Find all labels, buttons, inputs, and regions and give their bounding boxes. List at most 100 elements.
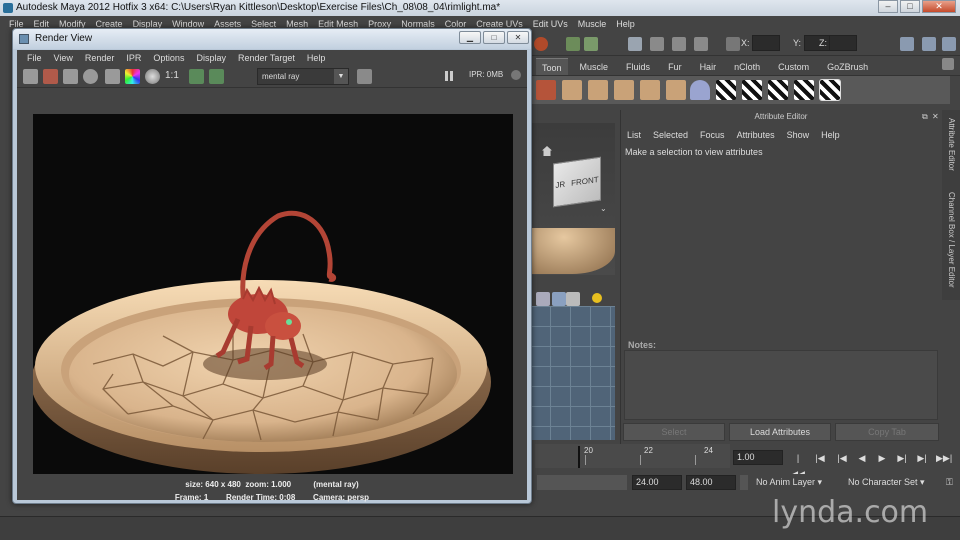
viewcube-menu-chevron-icon[interactable]: ⌄ [600, 204, 607, 213]
shelf-tab-toon[interactable]: Toon [536, 58, 568, 75]
select-mode-icon[interactable] [726, 37, 740, 51]
close-button[interactable]: ✕ [922, 0, 956, 13]
render-settings-icon[interactable] [357, 69, 372, 84]
toon-outline-icon[interactable] [562, 80, 582, 100]
vp2-icon-1[interactable] [536, 292, 550, 306]
float-panel-icon[interactable]: ⧉ [922, 112, 928, 122]
copy-tab-button[interactable]: Copy Tab [835, 423, 939, 441]
front-viewport[interactable] [530, 306, 615, 440]
z-field[interactable] [829, 35, 857, 51]
rv-menu-help[interactable]: Help [301, 50, 332, 66]
go-to-end-icon[interactable]: ▶▶| [936, 450, 952, 466]
render-settings-icon[interactable] [672, 37, 686, 51]
ipr-render-icon[interactable] [43, 69, 58, 84]
light-icon-2[interactable] [592, 293, 602, 303]
x-field[interactable] [752, 35, 780, 51]
redo-render-icon[interactable] [23, 69, 38, 84]
play-backward-icon[interactable]: ◀ [854, 450, 870, 466]
checker-icon-4[interactable] [794, 80, 814, 100]
render-frame-icon[interactable] [628, 37, 642, 51]
checker-icon-3[interactable] [768, 80, 788, 100]
checker-icon-1[interactable] [716, 80, 736, 100]
render-view-title-bar[interactable]: Render View ▁ □ ✕ [13, 29, 531, 49]
rv-menu-display[interactable]: Display [190, 50, 232, 66]
range-end-field[interactable]: 48.00 [686, 475, 736, 490]
shelf-tab-fur[interactable]: Fur [662, 58, 688, 75]
range-options-icon[interactable] [740, 475, 748, 490]
ae-menu-attributes[interactable]: Attributes [737, 128, 775, 142]
shelf-tab-muscle[interactable]: Muscle [574, 58, 615, 75]
keep-image-icon[interactable] [189, 69, 204, 84]
snap-curve-icon[interactable] [584, 37, 598, 51]
vp2-icon-3[interactable] [566, 292, 580, 306]
undo-icon[interactable] [534, 37, 548, 51]
alpha-channel-icon[interactable] [145, 69, 160, 84]
ae-select-button[interactable]: Select [623, 423, 725, 441]
menu-muscle[interactable]: Muscle [573, 16, 612, 32]
shelf-tab-ncloth[interactable]: nCloth [728, 58, 766, 75]
toon-profile-icon[interactable] [614, 80, 634, 100]
go-to-start-icon[interactable]: |◀◀ [790, 450, 806, 479]
toon-border-icon[interactable] [666, 80, 686, 100]
rv-menu-file[interactable]: File [21, 50, 48, 66]
shelf-tab-custom[interactable]: Custom [772, 58, 815, 75]
time-slider[interactable] [535, 444, 730, 468]
pause-icon[interactable] [445, 71, 453, 81]
close-panel-icon[interactable]: ✕ [932, 112, 939, 121]
remove-image-icon[interactable] [209, 69, 224, 84]
rv-menu-render[interactable]: Render [79, 50, 121, 66]
refresh-icon[interactable] [83, 69, 98, 84]
trash-icon[interactable] [942, 58, 954, 70]
real-size-label[interactable]: 1:1 [165, 70, 179, 81]
vp2-icon-2[interactable] [552, 292, 566, 306]
rv-menu-render-target[interactable]: Render Target [232, 50, 301, 66]
ae-menu-selected[interactable]: Selected [653, 128, 688, 142]
load-attributes-button[interactable]: Load Attributes [729, 423, 831, 441]
ae-menu-list[interactable]: List [627, 128, 641, 142]
checker-icon-2[interactable] [742, 80, 762, 100]
rv-menu-view[interactable]: View [48, 50, 79, 66]
rgb-channels-icon[interactable] [125, 69, 140, 84]
checker-icon-5[interactable] [819, 79, 841, 101]
minimize-button[interactable]: – [878, 0, 898, 13]
viewcube[interactable]: JR FRONT [553, 156, 601, 208]
ae-menu-show[interactable]: Show [787, 128, 810, 142]
ae-menu-focus[interactable]: Focus [700, 128, 725, 142]
toggle-tool-icon[interactable] [942, 37, 956, 51]
shelf-tab-gozbrush[interactable]: GoZBrush [821, 58, 874, 75]
play-forward-icon[interactable]: ▶ [874, 450, 890, 466]
key-icon[interactable]: ⚿ [946, 475, 958, 490]
region-render-icon[interactable] [105, 69, 120, 84]
renderer-dropdown[interactable]: mental ray ▼ [257, 68, 349, 85]
range-start-field[interactable]: 24.00 [632, 475, 682, 490]
rv-close-button[interactable]: ✕ [507, 31, 529, 44]
maximize-button[interactable]: □ [900, 0, 920, 13]
anim-layer-dropdown[interactable]: No Anim Layer ▾ [756, 475, 842, 490]
toggle-channel-icon[interactable] [922, 37, 936, 51]
step-back-key-icon[interactable]: |◀ [812, 450, 828, 466]
rv-minimize-button[interactable]: ▁ [459, 31, 481, 44]
step-forward-frame-icon[interactable]: ▶| [894, 450, 910, 466]
current-time-field[interactable]: 1.00 [733, 450, 783, 465]
toon-line-icon[interactable] [588, 80, 608, 100]
ipr-render-icon[interactable] [650, 37, 664, 51]
shelf-tab-fluids[interactable]: Fluids [620, 58, 656, 75]
snap-grid-icon[interactable] [566, 37, 580, 51]
notes-textarea[interactable] [624, 350, 938, 420]
rv-maximize-button[interactable]: □ [483, 31, 505, 44]
toon-crease-icon[interactable] [640, 80, 660, 100]
rv-menu-ipr[interactable]: IPR [120, 50, 147, 66]
range-slider[interactable] [537, 475, 627, 490]
toggle-ui-icon[interactable] [900, 37, 914, 51]
side-tab-channel-box[interactable]: Channel Box / Layer Editor [942, 192, 956, 288]
snapshot-icon[interactable] [63, 69, 78, 84]
side-tab-attribute-editor[interactable]: Attribute Editor [942, 118, 956, 171]
menu-help[interactable]: Help [611, 16, 640, 32]
hypershade-icon[interactable] [694, 37, 708, 51]
ae-menu-help[interactable]: Help [821, 128, 840, 142]
rv-menu-options[interactable]: Options [147, 50, 190, 66]
render-image[interactable] [33, 114, 513, 474]
toon-cone-icon[interactable] [690, 80, 710, 100]
shelf-tab-hair[interactable]: Hair [694, 58, 723, 75]
menu-edit-uvs[interactable]: Edit UVs [528, 16, 573, 32]
